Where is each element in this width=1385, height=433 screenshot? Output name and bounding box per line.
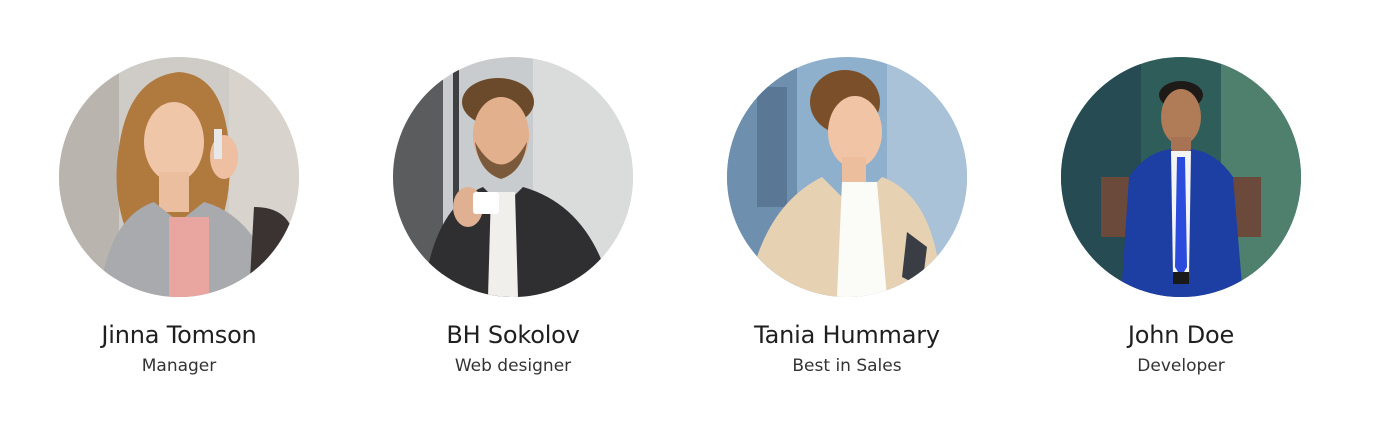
team-member-card: Tania Hummary Best in Sales: [727, 57, 967, 377]
member-avatar-photo: [727, 57, 967, 297]
member-avatar-photo: [393, 57, 633, 297]
member-name: Tania Hummary: [754, 321, 940, 349]
member-name: Jinna Tomson: [101, 321, 257, 349]
team-member-card: BH Sokolov Web designer: [393, 57, 633, 377]
member-name: BH Sokolov: [446, 321, 580, 349]
team-member-card: Jinna Tomson Manager: [59, 57, 299, 377]
member-role: Manager: [141, 356, 217, 376]
member-avatar-photo: [59, 57, 299, 297]
member-role: Web designer: [454, 356, 572, 376]
member-role: Best in Sales: [792, 356, 902, 376]
member-role: Developer: [1137, 356, 1225, 376]
member-name: John Doe: [1127, 321, 1235, 349]
member-avatar-photo: [1061, 57, 1301, 297]
team-section: Jinna Tomson Manager BH Sokolov Web desi…: [0, 0, 1385, 433]
team-member-card: John Doe Developer: [1061, 57, 1301, 377]
